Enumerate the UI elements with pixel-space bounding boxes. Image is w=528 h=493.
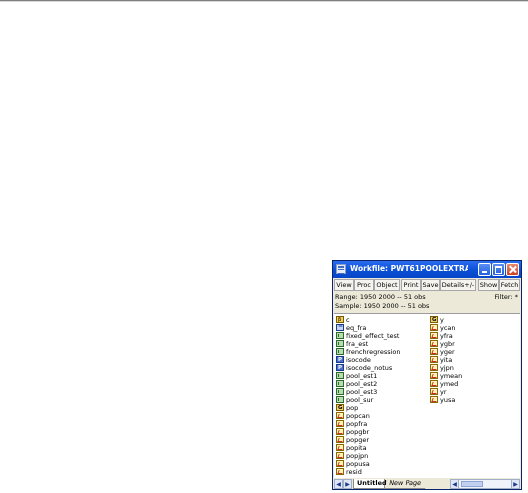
object-label: yjpn (440, 364, 454, 372)
object-label: pool_est3 (346, 388, 378, 396)
object-label: yita (440, 356, 453, 364)
pool-icon (336, 340, 344, 347)
object-label: ygbr (440, 340, 455, 348)
object-label: yfra (440, 332, 453, 340)
pool-object-icon (336, 364, 344, 372)
object-label: popgbr (346, 428, 370, 436)
minimize-icon[interactable] (478, 263, 491, 276)
range-text[interactable]: Range: 1950 2000 -- 51 obs (335, 293, 426, 302)
print-button[interactable]: Print (401, 279, 421, 291)
object-label: fra_est (346, 340, 369, 348)
series-icon (430, 396, 438, 403)
workfile-window[interactable]: Workfile: PWT61POOLEXTRACT - (c:\e... Vi… (332, 260, 522, 490)
object-label: isocode_notus (346, 364, 393, 372)
equation-icon (336, 323, 344, 331)
series-icon (430, 380, 438, 387)
series-icon (336, 468, 344, 475)
window-titlebar[interactable]: Workfile: PWT61POOLEXTRACT - (c:\e... (333, 261, 521, 278)
series-icon (430, 332, 438, 339)
object-label: eq_fra (346, 324, 367, 332)
scroll-right-icon[interactable]: ▶ (511, 479, 520, 489)
pool-icon (336, 332, 344, 339)
object-label: ymed (440, 380, 459, 388)
series-icon (336, 420, 344, 427)
top-border-shadow (0, 1, 528, 2)
pool-icon (336, 388, 344, 395)
series-icon (430, 372, 438, 379)
close-icon[interactable] (506, 263, 519, 276)
horizontal-scrollbar[interactable]: ◀ ▶ (450, 479, 520, 489)
series-icon (430, 340, 438, 347)
object-label: popcan (346, 412, 370, 420)
scrollbar-thumb[interactable] (461, 481, 483, 487)
object-label: pool_est1 (346, 372, 378, 380)
pool-icon (336, 396, 344, 403)
maximize-icon[interactable] (492, 263, 505, 276)
pool-icon (336, 348, 344, 355)
fetch-button[interactable]: Fetch (499, 279, 520, 291)
proc-button[interactable]: Proc (354, 279, 374, 291)
filter-text[interactable]: Filter: * (495, 293, 519, 301)
object-label: fixed_effect_test (346, 332, 400, 340)
pool-icon (336, 380, 344, 387)
series-icon (336, 436, 344, 443)
object-list[interactable]: ceq_frafixed_effect_testfra_estfrenchreg… (334, 314, 520, 478)
object-label: y (440, 316, 444, 324)
object-label: ymean (440, 372, 463, 380)
object-label: yusa (440, 396, 456, 404)
tab-untitled[interactable]: Untitled (353, 479, 387, 489)
series-icon (336, 412, 344, 419)
object-label: pool_est2 (346, 380, 378, 388)
pool-object-icon (336, 356, 344, 364)
tab-new-page[interactable]: New Page (385, 479, 427, 489)
series-icon (430, 348, 438, 355)
workfile-toolbar: View Proc Object Print Save Details+/- S… (334, 279, 520, 291)
view-button[interactable]: View (334, 279, 354, 291)
object-label: popita (346, 444, 367, 452)
object-label: pool_sur (346, 396, 374, 404)
save-button[interactable]: Save (421, 279, 440, 291)
tab-scroll-right-icon[interactable]: ▶ (343, 479, 352, 489)
series-icon (430, 324, 438, 331)
window-title: Workfile: PWT61POOLEXTRACT - (c:\e... (350, 264, 468, 273)
series-icon (430, 356, 438, 363)
series-icon (336, 452, 344, 459)
object-label: popger (346, 436, 370, 444)
object-label: popfra (346, 420, 368, 428)
pool-icon (336, 372, 344, 379)
object-label: isocode (346, 356, 371, 364)
object-label: frenchregression (346, 348, 401, 356)
object-label: resid (346, 468, 362, 476)
object-label: popusa (346, 460, 370, 468)
object-button[interactable]: Object (374, 279, 400, 291)
object-label: pop (346, 404, 359, 412)
scroll-left-icon[interactable]: ◀ (450, 479, 459, 489)
object-label: yger (440, 348, 455, 356)
workfile-icon (336, 264, 346, 274)
object-label: yr (440, 388, 447, 396)
tab-scroll-left-icon[interactable]: ◀ (334, 479, 343, 489)
sample-info: Range: 1950 2000 -- 51 obs Sample: 1950 … (335, 293, 519, 313)
series-icon (336, 460, 344, 467)
group-icon (430, 316, 438, 324)
show-button[interactable]: Show (478, 279, 499, 291)
details-button[interactable]: Details+/- (440, 279, 476, 291)
series-icon (430, 388, 438, 395)
series-icon (336, 444, 344, 451)
object-label: ycan (440, 324, 456, 332)
page-tabs-bar: ◀ ▶ Untitled New Page ◀ ▶ (334, 479, 520, 489)
series-icon (336, 428, 344, 435)
sample-text[interactable]: Sample: 1950 2000 -- 51 obs (335, 302, 429, 311)
object-label: c (346, 316, 350, 324)
object-label: popjpn (346, 452, 369, 460)
coef-icon (336, 316, 344, 324)
series-icon (430, 364, 438, 371)
group-icon (336, 404, 344, 412)
